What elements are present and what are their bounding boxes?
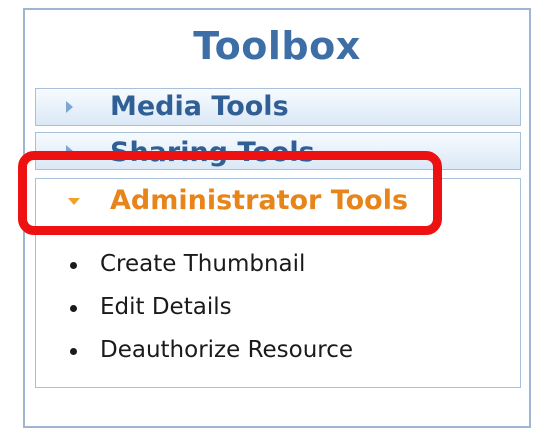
section-label-sharing-tools: Sharing Tools xyxy=(110,137,315,168)
tool-item-edit-details[interactable]: Edit Details xyxy=(62,294,353,337)
tool-item-create-thumbnail[interactable]: Create Thumbnail xyxy=(62,251,353,294)
section-label-media-tools: Media Tools xyxy=(110,91,289,122)
chevron-right-icon xyxy=(66,145,73,157)
toolbox-title: Toolbox xyxy=(193,24,361,68)
section-header-administrator-tools[interactable]: Administrator Tools xyxy=(36,179,520,221)
chevron-down-icon xyxy=(68,198,80,205)
tool-item-deauthorize-resource[interactable]: Deauthorize Resource xyxy=(62,337,353,380)
tool-item-label: Deauthorize Resource xyxy=(100,337,354,363)
section-media-tools[interactable]: Media Tools xyxy=(35,88,521,126)
tool-item-label: Create Thumbnail xyxy=(100,251,306,277)
section-label-administrator-tools: Administrator Tools xyxy=(110,185,409,216)
tool-item-label: Edit Details xyxy=(100,294,232,320)
section-administrator-tools: Administrator Tools Create Thumbnail Edi… xyxy=(35,178,521,388)
chevron-right-icon xyxy=(66,101,73,113)
bullet-icon xyxy=(70,305,77,312)
section-sharing-tools[interactable]: Sharing Tools xyxy=(35,132,521,170)
administrator-tools-list: Create Thumbnail Edit Details Deauthoriz… xyxy=(62,251,353,380)
bullet-icon xyxy=(70,348,77,355)
toolbox-panel: Toolbox Media Tools Sharing Tools Admini… xyxy=(23,8,531,428)
bullet-icon xyxy=(70,262,77,269)
